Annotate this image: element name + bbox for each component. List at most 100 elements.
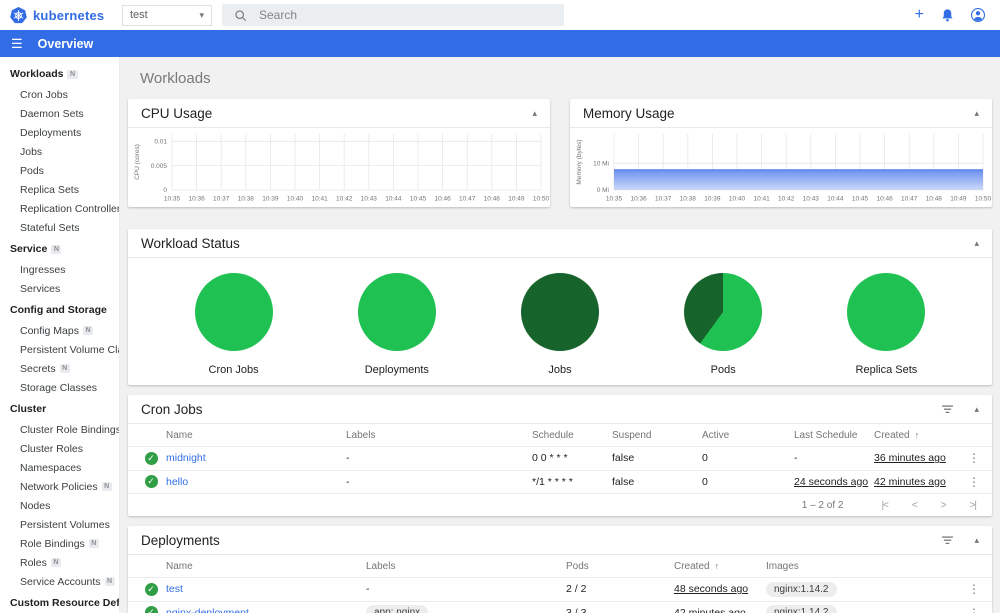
sidebar-item[interactable]: Cron Jobs — [0, 85, 119, 104]
svg-text:0.005: 0.005 — [151, 163, 168, 170]
column-header-active[interactable]: Active — [702, 430, 794, 441]
first-page-icon[interactable]: |< — [881, 500, 889, 511]
svg-text:0 Mi: 0 Mi — [597, 187, 609, 194]
sidebar-item-label: Replication Controllers — [20, 202, 120, 215]
cpu-usage-card: CPU Usage ▴ 10:35 10:36 10:37 10:38 10:39 10:… — [128, 99, 550, 207]
sidebar-item[interactable]: Services — [0, 279, 119, 298]
sidebar-item[interactable]: Cluster Role Bindings — [0, 420, 119, 439]
svg-text:10:43: 10:43 — [803, 196, 820, 203]
previous-page-icon[interactable]: < — [912, 500, 918, 511]
sidebar-item[interactable]: Config and Storage — [0, 298, 119, 321]
column-header-name[interactable]: Name — [166, 430, 346, 441]
pie-chart — [521, 273, 599, 351]
kubernetes-logo[interactable]: kubernetes — [0, 6, 122, 24]
sidebar-item[interactable]: Ingresses — [0, 260, 119, 279]
labels-cell: - — [346, 475, 350, 488]
column-header-last-schedule[interactable]: Last Schedule — [794, 430, 874, 441]
sidebar-item[interactable]: Jobs — [0, 142, 119, 161]
column-header-schedule[interactable]: Schedule — [532, 430, 612, 441]
sidebar-item[interactable]: Persistent Volumes — [0, 515, 119, 534]
pie-label: Pods — [710, 364, 736, 376]
last-page-icon[interactable]: >| — [970, 500, 978, 511]
namespaced-badge: N — [88, 539, 99, 548]
workload-status-pie: Jobs — [478, 273, 641, 376]
filter-icon[interactable] — [941, 536, 954, 545]
collapse-card-icon[interactable]: ▴ — [532, 108, 537, 119]
sidebar-item-label: Secrets — [20, 362, 56, 375]
schedule-cell: */1 * * * * — [532, 475, 573, 488]
sidebar-item[interactable]: Workloads N — [0, 62, 119, 85]
column-header-labels[interactable]: Labels — [346, 430, 532, 441]
create-resource-icon[interactable]: + — [915, 7, 924, 23]
active-cell: 0 — [702, 452, 708, 465]
column-header-created[interactable]: Created ↑ — [874, 430, 956, 441]
card-title: Cron Jobs — [141, 402, 203, 417]
card-title: Deployments — [141, 533, 220, 548]
sidebar-item[interactable]: Role Bindings N — [0, 534, 119, 553]
resource-name-link[interactable]: midnight — [166, 452, 206, 464]
svg-text:10:43: 10:43 — [361, 196, 378, 203]
namespaced-badge: N — [104, 577, 115, 586]
kebab-menu-icon[interactable]: ⋮ — [968, 451, 980, 465]
sidebar-item[interactable]: Stateful Sets — [0, 218, 119, 237]
pie-label: Deployments — [364, 364, 429, 376]
resource-name-link[interactable]: hello — [166, 476, 188, 488]
sidebar-item[interactable]: Nodes — [0, 496, 119, 515]
resource-name-link[interactable]: nginx-deployment — [166, 607, 249, 613]
svg-text:10 Mi: 10 Mi — [593, 161, 609, 168]
column-header-images[interactable]: Images — [766, 561, 956, 572]
sidebar-item[interactable]: Replica Sets — [0, 180, 119, 199]
sidebar-item-label: Cron Jobs — [20, 88, 68, 101]
search-bar[interactable] — [222, 4, 564, 26]
namespace-selector[interactable]: test ▾ — [122, 4, 212, 26]
sidebar-item[interactable]: Deployments — [0, 123, 119, 142]
column-header-name[interactable]: Name — [166, 561, 366, 572]
last-schedule-cell: - — [794, 452, 798, 465]
hamburger-menu-icon[interactable]: ☰ — [11, 36, 23, 52]
resource-name-link[interactable]: test — [166, 583, 183, 595]
collapse-card-icon[interactable]: ▴ — [974, 404, 979, 415]
sidebar-item-label: Service Accounts — [20, 575, 101, 588]
pagination-range: 1 – 2 of 2 — [801, 499, 844, 511]
filter-icon[interactable] — [941, 405, 954, 414]
schedule-cell: 0 0 * * * — [532, 452, 568, 465]
svg-text:10:39: 10:39 — [704, 196, 721, 203]
sidebar-item[interactable]: Daemon Sets — [0, 104, 119, 123]
sidebar-item[interactable]: Service Accounts N — [0, 572, 119, 591]
kebab-menu-icon[interactable]: ⋮ — [968, 606, 980, 613]
sidebar-item[interactable]: Storage Classes — [0, 378, 119, 397]
sidebar-item-label: Persistent Volume Claims — [20, 343, 119, 356]
svg-text:10:46: 10:46 — [434, 196, 451, 203]
column-header-labels[interactable]: Labels — [366, 561, 566, 572]
next-page-icon[interactable]: > — [941, 500, 947, 511]
sidebar-item[interactable]: Custom Resource Definitions — [0, 591, 119, 613]
column-header-created[interactable]: Created ↑ — [674, 561, 766, 572]
memory-chart: 10:35 10:36 10:37 10:38 10:39 10:40 10:41 10:42… — [576, 134, 992, 203]
sidebar-item[interactable]: Persistent Volume Claims N — [0, 340, 119, 359]
sidebar-item[interactable]: Config Maps N — [0, 321, 119, 340]
search-input[interactable] — [259, 8, 552, 22]
notifications-bell-icon[interactable] — [941, 8, 954, 22]
sidebar-item[interactable]: Cluster — [0, 397, 119, 420]
sidebar-item-label: Storage Classes — [20, 381, 98, 394]
sidebar-item-label: Ingresses — [20, 263, 66, 276]
user-account-icon[interactable] — [971, 8, 985, 22]
kebab-menu-icon[interactable]: ⋮ — [968, 582, 980, 596]
pie-chart — [847, 273, 926, 351]
sidebar-item[interactable]: Namespaces — [0, 458, 119, 477]
sidebar-item[interactable]: Replication Controllers — [0, 199, 119, 218]
sidebar-item[interactable]: Secrets N — [0, 359, 119, 378]
collapse-card-icon[interactable]: ▴ — [974, 535, 979, 546]
collapse-card-icon[interactable]: ▴ — [974, 238, 979, 249]
sidebar-item[interactable]: Cluster Roles — [0, 439, 119, 458]
image-chip: nginx:1.14.2 — [766, 605, 837, 613]
sidebar-item[interactable]: Roles N — [0, 553, 119, 572]
column-header-suspend[interactable]: Suspend — [612, 430, 702, 441]
kebab-menu-icon[interactable]: ⋮ — [968, 475, 980, 489]
created-cell: 42 minutes ago — [874, 475, 946, 488]
sidebar-item[interactable]: Service N — [0, 237, 119, 260]
column-header-pods[interactable]: Pods — [566, 561, 674, 572]
collapse-card-icon[interactable]: ▴ — [974, 108, 979, 119]
sidebar-item[interactable]: Pods — [0, 161, 119, 180]
sidebar-item[interactable]: Network Policies N — [0, 477, 119, 496]
